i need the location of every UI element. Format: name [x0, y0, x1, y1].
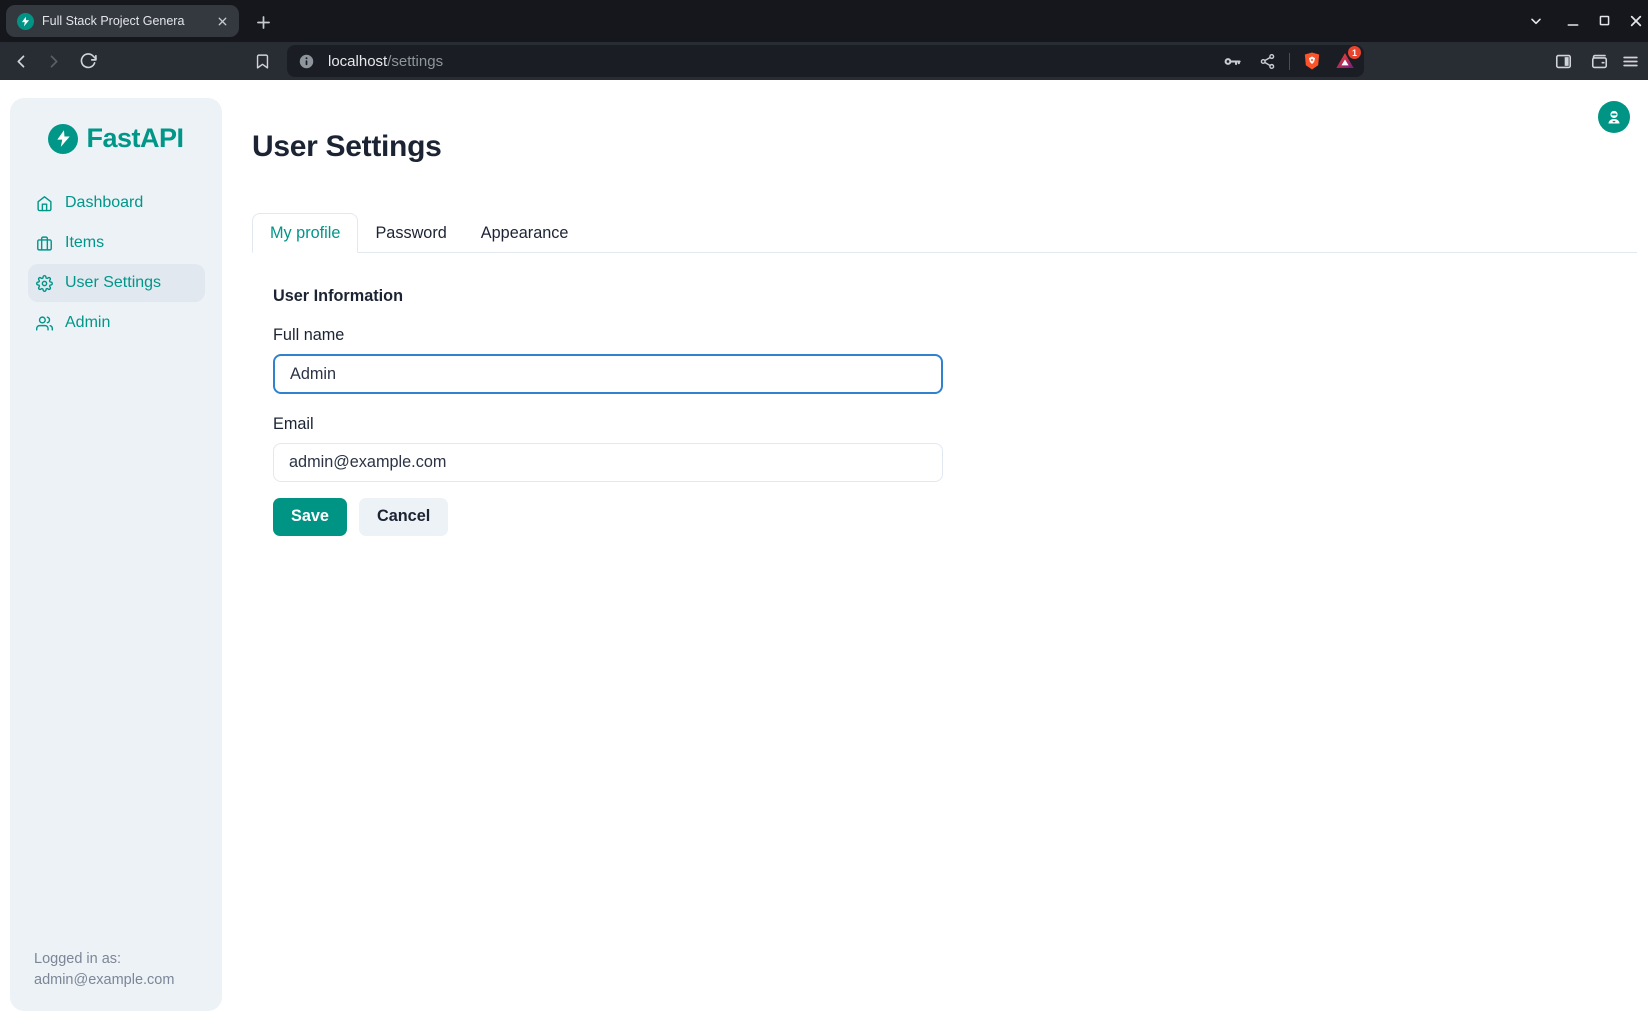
- toolbar-separator: [1289, 53, 1290, 70]
- menu-icon[interactable]: [1618, 42, 1642, 80]
- browser-toolbar: localhost/settings: [0, 42, 1648, 80]
- browser-titlebar: Full Stack Project Genera: [0, 0, 1648, 42]
- bookmark-icon[interactable]: [250, 42, 274, 80]
- tab-close-icon[interactable]: [213, 12, 231, 30]
- rewards-badge: 1: [1348, 46, 1361, 59]
- site-info-icon[interactable]: [298, 53, 315, 70]
- side-nav: Dashboard Items User Settings Admin: [28, 184, 205, 342]
- fastapi-favicon: [17, 13, 34, 30]
- sidebar-item-label: Admin: [65, 314, 110, 332]
- tab-title-fade: [185, 5, 211, 37]
- sidebar-item-label: Items: [65, 234, 104, 252]
- sidebar-footer: Logged in as: admin@example.com: [34, 949, 174, 993]
- profile-panel: User Information Full name Email Save Ca…: [252, 253, 1637, 536]
- briefcase-icon: [36, 235, 53, 252]
- brand-name: FastAPI: [86, 123, 183, 154]
- brand: FastAPI: [10, 123, 222, 154]
- fastapi-logo-icon: [48, 124, 78, 154]
- home-icon: [36, 195, 53, 212]
- url-text: localhost/settings: [328, 53, 443, 70]
- sidebar-item-admin[interactable]: Admin: [28, 304, 205, 342]
- brave-shield-icon[interactable]: [1302, 51, 1322, 71]
- fullname-field[interactable]: [273, 354, 943, 394]
- forward-icon[interactable]: [41, 42, 65, 80]
- page-title: User Settings: [252, 130, 1637, 164]
- tab-appearance[interactable]: Appearance: [464, 213, 586, 253]
- main-content: User Settings My profile Password Appear…: [252, 130, 1637, 536]
- back-icon[interactable]: [9, 42, 33, 80]
- logged-in-label: Logged in as:: [34, 949, 174, 971]
- tab-title: Full Stack Project Genera: [42, 14, 200, 28]
- share-icon[interactable]: [1257, 51, 1277, 71]
- brave-rewards-icon[interactable]: 1: [1335, 51, 1355, 71]
- browser-window: Full Stack Project Genera: [0, 0, 1648, 1025]
- new-tab-icon[interactable]: [252, 11, 274, 33]
- window-close-icon[interactable]: [1627, 12, 1644, 29]
- url-host: localhost: [328, 53, 387, 70]
- side-panel-icon[interactable]: [1551, 42, 1575, 80]
- address-bar[interactable]: localhost/settings: [287, 45, 1364, 77]
- maximize-icon[interactable]: [1596, 12, 1613, 29]
- gear-icon: [36, 275, 53, 292]
- sidebar-item-label: User Settings: [65, 274, 161, 292]
- sidebar-item-dashboard[interactable]: Dashboard: [28, 184, 205, 222]
- user-astronaut-icon: [1605, 108, 1623, 126]
- fullname-label: Full name: [273, 326, 1637, 346]
- save-button[interactable]: Save: [273, 498, 347, 536]
- sidebar-item-user-settings[interactable]: User Settings: [28, 264, 205, 302]
- tab-my-profile[interactable]: My profile: [252, 213, 358, 253]
- email-field[interactable]: [273, 443, 943, 482]
- key-icon[interactable]: [1222, 51, 1242, 71]
- settings-tabs: My profile Password Appearance: [252, 213, 1637, 253]
- cancel-button[interactable]: Cancel: [359, 498, 448, 536]
- email-label: Email: [273, 415, 1637, 435]
- section-title: User Information: [273, 287, 1637, 307]
- wallet-icon[interactable]: [1587, 42, 1611, 80]
- tab-password[interactable]: Password: [358, 213, 463, 253]
- users-icon: [36, 315, 53, 332]
- url-actions: 1: [1222, 51, 1364, 71]
- form-actions: Save Cancel: [273, 498, 1637, 536]
- sidebar: FastAPI Dashboard Items User Settings: [10, 98, 222, 1011]
- sidebar-item-label: Dashboard: [65, 194, 143, 212]
- minimize-icon[interactable]: [1564, 12, 1581, 29]
- logged-in-email: admin@example.com: [34, 970, 174, 992]
- reload-icon[interactable]: [76, 42, 100, 80]
- user-menu-button[interactable]: [1598, 101, 1630, 133]
- page-viewport: FastAPI Dashboard Items User Settings: [0, 80, 1648, 1025]
- browser-tab[interactable]: Full Stack Project Genera: [6, 5, 239, 37]
- chevron-down-icon[interactable]: [1527, 12, 1544, 29]
- url-path: /settings: [387, 53, 443, 70]
- sidebar-item-items[interactable]: Items: [28, 224, 205, 262]
